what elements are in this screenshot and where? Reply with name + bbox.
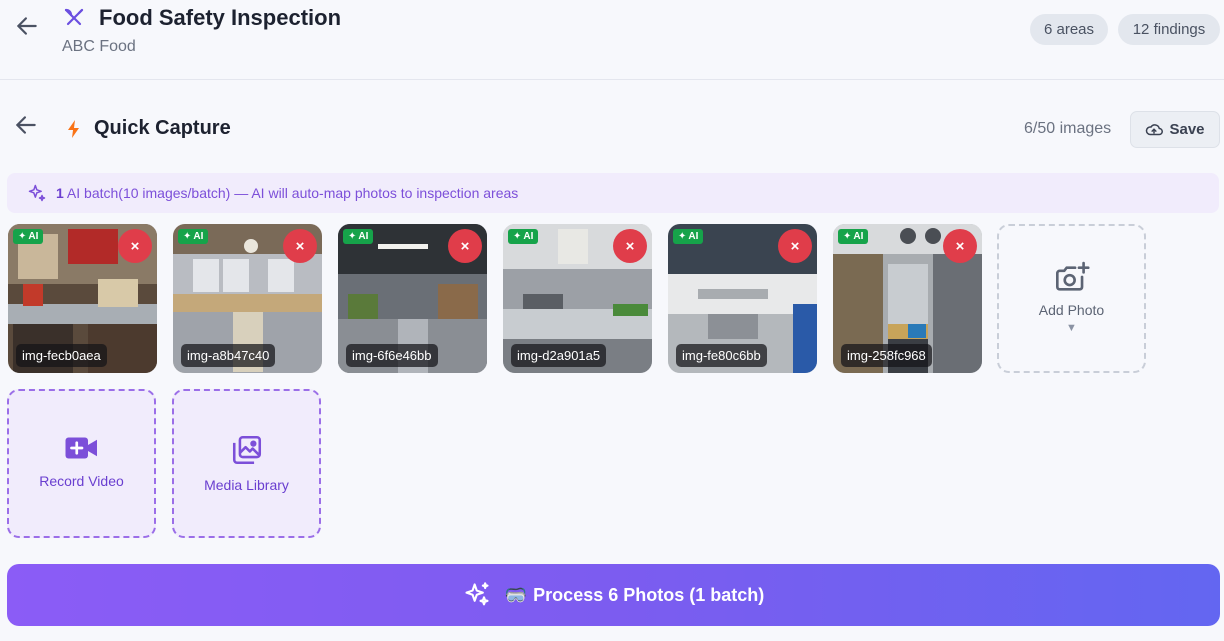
photo-thumbnail[interactable]: ✦ AI × img-258fc968 [833,224,982,373]
images-icon [232,435,261,465]
sparkles-icon [465,582,489,606]
ai-batch-banner: 1 AI batch(10 images/batch) — AI will au… [7,173,1219,213]
photo-thumbnail[interactable]: ✦ AI × img-6f6e46bb [338,224,487,373]
photo-thumbnail[interactable]: ✦ AI × img-fecb0aea [8,224,157,373]
ai-sparkle-icon: ✦ [183,231,192,242]
photo-thumbnail[interactable]: ✦ AI × img-d2a901a5 [503,224,652,373]
remove-photo-button[interactable]: × [283,229,317,263]
media-library-label: Media Library [204,477,289,493]
ai-badge: ✦ AI [13,229,44,244]
ai-sparkle-icon: ✦ [513,231,522,242]
remove-photo-button[interactable]: × [118,229,152,263]
image-label: img-6f6e46bb [346,344,438,367]
chevron-down-icon[interactable]: ▼ [1066,322,1077,334]
process-photos-button[interactable]: 🥽 Process 6 Photos (1 batch) [7,564,1220,626]
ai-badge: ✦ AI [508,229,539,244]
bolt-icon [68,120,79,138]
add-photo-label: Add Photo [1038,302,1105,318]
record-video-button[interactable]: Record Video [7,389,156,538]
arrow-left-icon [17,17,37,35]
image-label: img-d2a901a5 [511,344,607,367]
image-count: 6/50 images [1024,120,1112,137]
arrow-left-icon [16,116,36,134]
ai-badge: ✦ AI [178,229,209,244]
remove-photo-button[interactable]: × [448,229,482,263]
remove-photo-button[interactable]: × [778,229,812,263]
image-label: img-a8b47c40 [181,344,276,367]
media-library-button[interactable]: Media Library [172,389,321,538]
ai-sparkle-icon: ✦ [18,231,27,242]
ai-banner-text: 1 AI batch(10 images/batch) — AI will au… [56,185,518,201]
image-label: img-fe80c6bb [676,344,767,367]
photo-thumbnail[interactable]: ✦ AI × img-fe80c6bb [668,224,817,373]
page-subtitle: ABC Food [62,38,136,55]
ai-badge: ✦ AI [343,229,374,244]
image-label: img-258fc968 [841,344,932,367]
process-label: Process 6 Photos (1 batch) [533,584,765,605]
batch-count: 1 [56,185,64,201]
add-photo-button[interactable]: Add Photo ▼ [997,224,1146,373]
app-header: Food Safety Inspection ABC Food 6 areas … [0,0,1224,80]
remove-photo-button[interactable]: × [613,229,647,263]
video-plus-icon [65,437,97,459]
ai-badge: ✦ AI [673,229,704,244]
cloud-upload-icon [1146,123,1164,135]
camera-plus-icon [1055,261,1090,291]
ai-sparkle-icon: ✦ [678,231,687,242]
save-label: Save [1169,121,1205,138]
record-video-label: Record Video [39,473,124,489]
ai-badge: ✦ AI [838,229,869,244]
ai-sparkle-icon: ✦ [843,231,852,242]
image-label: img-fecb0aea [16,344,107,367]
ai-sparkle-icon: ✦ [348,231,357,242]
areas-badge: 6 areas [1030,14,1108,45]
findings-badge: 12 findings [1118,14,1220,45]
section-title: Quick Capture [94,117,231,139]
page-title: Food Safety Inspection [99,5,342,30]
save-button[interactable]: Save [1130,111,1220,148]
photo-thumbnail[interactable]: ✦ AI × img-a8b47c40 [173,224,322,373]
goggles-emoji-icon: 🥽 [504,584,528,605]
capture-back-button[interactable] [11,110,41,140]
batch-description: AI batch(10 images/batch) — AI will auto… [66,185,519,201]
sparkles-icon [28,184,46,202]
remove-photo-button[interactable]: × [943,229,977,263]
utensils-icon [64,8,84,26]
back-button[interactable] [12,11,42,41]
